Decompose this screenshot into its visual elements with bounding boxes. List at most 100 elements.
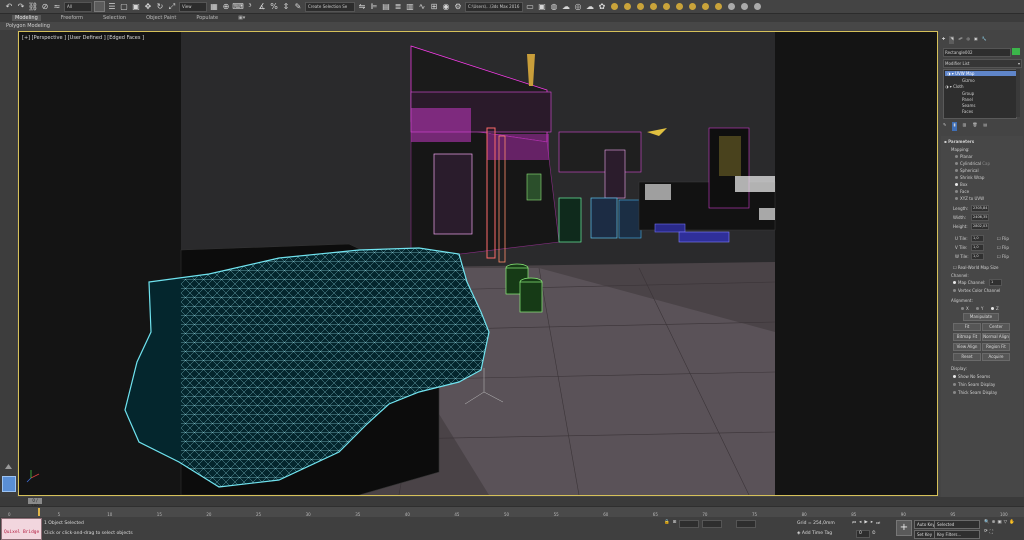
mapping-spherical-radio[interactable]: Spherical (955, 168, 979, 173)
plugin-gray-icon-1[interactable] (728, 3, 735, 10)
center-button[interactable]: Center (982, 323, 1010, 331)
next-frame-icon[interactable]: ▸ (871, 520, 873, 528)
reset-button[interactable]: Reset (953, 353, 981, 361)
plugin-teapot-icon-3[interactable] (637, 3, 644, 10)
map-channel-radio[interactable]: Map Channel: (953, 280, 985, 285)
expand-arrow-icon[interactable] (5, 464, 12, 469)
w-tile-spinner[interactable]: 1,0 (971, 253, 984, 260)
schematic-view-icon[interactable]: ⊞ (429, 2, 439, 12)
plugin-teapot-icon-2[interactable] (624, 3, 631, 10)
go-to-start-icon[interactable]: ⏮ (852, 520, 856, 528)
plugin-gray-icon-2[interactable] (741, 3, 748, 10)
mapping-cylindrical-radio[interactable]: Cylindrical Cap (955, 161, 990, 166)
move-icon[interactable]: ✥ (143, 2, 153, 12)
stack-item-gizmo[interactable]: Gizmo (962, 78, 975, 83)
edit-named-selection-icon[interactable]: ✎ (293, 2, 303, 12)
time-configuration-icon[interactable]: ⏲ (872, 530, 876, 536)
view-align-button[interactable]: View Align (953, 343, 981, 351)
viewport-label[interactable]: [+] [Perspective ] [User Defined ] [Edge… (22, 35, 144, 41)
remove-modifier-icon[interactable]: 🗑 (972, 122, 977, 131)
length-spinner[interactable]: 2305,84 (971, 205, 989, 212)
modify-tab-icon[interactable]: ◥ (949, 36, 955, 44)
viewport-layout-tab[interactable] (2, 476, 16, 492)
plugin-gray-icon-3[interactable] (754, 3, 761, 10)
normal-align-button[interactable]: Normal Align (982, 333, 1010, 341)
v-flip-checkbox[interactable]: ☐ Flip (997, 245, 1009, 250)
stack-item-seams[interactable]: Seams (962, 103, 975, 108)
motion-tab-icon[interactable]: ◎ (967, 36, 971, 44)
render-icon[interactable]: ◍ (549, 2, 559, 12)
plugin-teapot-icon-5[interactable] (663, 3, 670, 10)
real-world-map-size-checkbox[interactable]: ☐ Real-World Map Size (953, 265, 998, 270)
redo-icon[interactable]: ↷ (16, 2, 26, 12)
hierarchy-tab-icon[interactable]: ☍ (958, 36, 962, 44)
eye-icon[interactable]: ◑ (945, 84, 949, 89)
field-of-view-icon[interactable]: ▽ (1004, 520, 1007, 527)
tab-modeling[interactable]: Modeling (12, 15, 41, 21)
scene-explorer-icon[interactable]: ▤ (381, 2, 391, 12)
selection-filter-dropdown[interactable]: All (64, 1, 92, 12)
set-key-plus-icon[interactable]: + (896, 520, 912, 536)
plugin-teapot-icon-7[interactable] (689, 3, 696, 10)
eye-icon[interactable]: ◑ (947, 71, 951, 76)
z-coordinate-field[interactable] (736, 520, 756, 528)
rectangular-selection-icon[interactable]: ▢ (119, 2, 129, 12)
key-filters-button[interactable]: Key Filters... (934, 530, 980, 539)
y-coordinate-field[interactable] (702, 520, 723, 528)
parameters-heading[interactable]: ▪ Parameters (944, 139, 974, 144)
unlink-icon[interactable]: ⊘ (40, 2, 50, 12)
modifier-list-dropdown[interactable]: Modifier List ▾ (943, 59, 1022, 68)
make-unique-icon[interactable]: ▥ (963, 122, 967, 131)
mapping-planar-radio[interactable]: Planar (955, 154, 973, 159)
stack-item-uvw-map[interactable]: ◑ ▾ UVW Map (945, 71, 1017, 76)
environment-icon[interactable]: ☁ (585, 2, 595, 12)
rotate-icon[interactable]: ↻ (155, 2, 165, 12)
project-folder-icon[interactable]: ▭ (525, 2, 535, 12)
create-tab-icon[interactable]: ✚ (942, 36, 945, 44)
keyboard-shortcut-icon[interactable]: ⌨ (232, 2, 244, 12)
tab-object-paint[interactable]: Object Paint (146, 15, 176, 21)
select-by-name-icon[interactable]: ☰ (107, 2, 117, 12)
project-path-dropdown[interactable]: C:\Users\...\3ds Max 2016 (465, 1, 523, 12)
u-flip-checkbox[interactable]: ☐ Flip (997, 236, 1009, 241)
scale-icon[interactable]: ⤢ (167, 2, 177, 12)
go-to-end-icon[interactable]: ⏭ (876, 520, 880, 528)
ribbon-panel-polygon-modeling[interactable]: Polygon Modeling (0, 22, 1024, 30)
zoom-icon[interactable]: 🔍 (984, 520, 990, 527)
add-time-tag[interactable]: ◈ Add Time Tag (797, 531, 832, 536)
plugin-teapot-icon-1[interactable] (611, 3, 618, 10)
render-production-icon[interactable]: ☁ (561, 2, 571, 12)
mapping-xyz-to-uvw-radio[interactable]: XYZ to UVW (955, 196, 984, 201)
stack-item-group[interactable]: Group (962, 91, 974, 96)
render-iterative-icon[interactable]: ◎ (573, 2, 583, 12)
snap-toggle-icon[interactable]: ³ (245, 2, 255, 12)
isolate-icon[interactable]: 🔒 (664, 520, 670, 527)
undo-icon[interactable]: ↶ (4, 2, 14, 12)
curve-editor-icon[interactable]: ∿ (417, 2, 427, 12)
bitmap-fit-button[interactable]: Bitmap Fit (953, 333, 981, 341)
plugin-teapot-icon-4[interactable] (650, 3, 657, 10)
reference-coordinate-dropdown[interactable]: View (179, 1, 207, 12)
v-tile-spinner[interactable]: 1,0 (971, 244, 984, 251)
mapping-box-radio[interactable]: Box (955, 182, 967, 187)
link-icon[interactable]: ⛓ (28, 2, 38, 12)
selected-dropdown[interactable]: Selected (934, 520, 980, 529)
bind-space-warp-icon[interactable]: ≈ (52, 2, 62, 12)
thin-seam-display-radio[interactable]: Thin Seam Display (953, 382, 995, 387)
stack-scrollbar[interactable] (1016, 69, 1020, 117)
region-fit-button[interactable]: Region Fit (982, 343, 1010, 351)
maxscript-listener[interactable]: Quixel Bridge (1, 518, 42, 540)
u-tile-spinner[interactable]: 1,0 (971, 235, 984, 242)
plugin-teapot-icon-8[interactable] (702, 3, 709, 10)
width-spinner[interactable]: 2406,35 (971, 214, 989, 221)
layer-explorer-icon[interactable]: ≣ (393, 2, 403, 12)
zoom-all-icon[interactable]: ⊕ (992, 520, 996, 527)
object-name-field[interactable]: Rectangle002 (943, 48, 1011, 57)
stack-item-panel[interactable]: Panel (962, 97, 973, 102)
x-coordinate-field[interactable] (679, 520, 700, 528)
tab-populate[interactable]: Populate (196, 15, 218, 21)
map-channel-spinner[interactable]: 1 (989, 279, 1002, 286)
absolute-mode-icon[interactable]: ⊞ (673, 520, 677, 527)
stack-item-faces[interactable]: Faces (962, 109, 973, 114)
set-key-button[interactable]: Set Key (914, 530, 936, 539)
